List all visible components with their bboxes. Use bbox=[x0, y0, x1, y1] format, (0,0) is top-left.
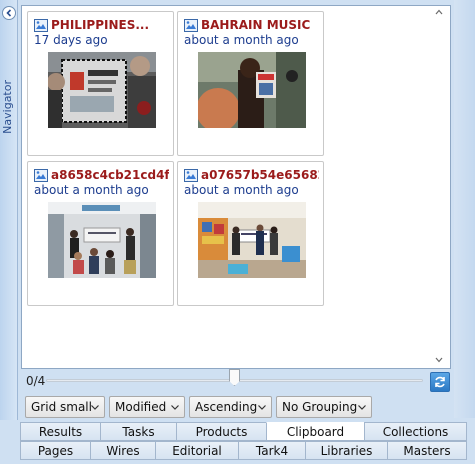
tab-clipboard[interactable]: Clipboard bbox=[266, 422, 365, 441]
thumbnail-image[interactable] bbox=[198, 52, 306, 128]
card-date: about a month ago bbox=[184, 183, 299, 197]
grouping-dropdown[interactable]: No Grouping bbox=[276, 396, 372, 418]
tab-pages[interactable]: Pages bbox=[20, 441, 91, 460]
grouping-value: No Grouping bbox=[282, 400, 358, 414]
card-title-row: a8658c4cb21cd4fc... bbox=[34, 167, 169, 183]
tab-tasks[interactable]: Tasks bbox=[100, 422, 177, 441]
refresh-button[interactable] bbox=[430, 372, 450, 392]
photo-icon bbox=[184, 18, 198, 32]
sort-field-dropdown[interactable]: Modified bbox=[109, 396, 185, 418]
caret-down-icon bbox=[258, 405, 266, 410]
card-title-row: BAHRAIN MUSIC bbox=[184, 17, 319, 33]
sort-order-value: Ascending bbox=[195, 400, 258, 414]
zoom-slider-thumb[interactable] bbox=[229, 369, 240, 386]
scroll-up-icon[interactable] bbox=[432, 6, 446, 18]
photo-icon bbox=[34, 18, 48, 32]
view-mode-value: Grid small bbox=[31, 400, 92, 414]
tab-products[interactable]: Products bbox=[176, 422, 267, 441]
thumbnail-image[interactable] bbox=[198, 202, 306, 278]
item-count: 0/4 bbox=[26, 374, 46, 388]
tab-editorial[interactable]: Editorial bbox=[155, 441, 239, 460]
vertical-scrollbar[interactable] bbox=[432, 6, 446, 366]
clipboard-grid[interactable]: PHILIPPINES... 17 days ago BAHRAIN MUSIC… bbox=[21, 5, 451, 369]
panel-tabs: Results Tasks Products Clipboard Collect… bbox=[0, 420, 475, 464]
card-title-row: PHILIPPINES... bbox=[34, 17, 169, 33]
photo-icon bbox=[184, 168, 198, 182]
navigator-label[interactable]: Navigator bbox=[1, 80, 14, 134]
card-date: about a month ago bbox=[34, 183, 149, 197]
caret-down-icon bbox=[171, 405, 179, 410]
card-title[interactable]: a8658c4cb21cd4fc... bbox=[51, 168, 169, 182]
collapse-left-icon[interactable] bbox=[2, 6, 16, 20]
thumbnail-image[interactable] bbox=[48, 202, 156, 278]
tab-libraries[interactable]: Libraries bbox=[305, 441, 388, 460]
scroll-down-icon[interactable] bbox=[432, 354, 446, 366]
card-date: about a month ago bbox=[184, 33, 299, 47]
caret-down-icon bbox=[91, 405, 99, 410]
navigator-panel[interactable]: Navigator bbox=[0, 0, 18, 464]
refresh-icon bbox=[435, 376, 445, 388]
tab-wires[interactable]: Wires bbox=[90, 441, 156, 460]
caret-down-icon bbox=[358, 405, 366, 410]
asset-card[interactable]: a8658c4cb21cd4fc... about a month ago bbox=[27, 161, 174, 306]
panel-edge bbox=[454, 0, 475, 418]
card-title[interactable]: a07657b54e65682... bbox=[201, 168, 319, 182]
thumbnail-image[interactable] bbox=[48, 52, 156, 128]
photo-icon bbox=[34, 168, 48, 182]
card-title[interactable]: PHILIPPINES... bbox=[51, 18, 149, 32]
asset-card[interactable]: a07657b54e65682... about a month ago bbox=[177, 161, 324, 306]
card-title[interactable]: BAHRAIN MUSIC bbox=[201, 18, 310, 32]
card-title-row: a07657b54e65682... bbox=[184, 167, 319, 183]
view-mode-dropdown[interactable]: Grid small bbox=[25, 396, 105, 418]
tab-tark4[interactable]: Tark4 bbox=[238, 441, 306, 460]
tab-masters[interactable]: Masters bbox=[387, 441, 467, 460]
asset-card[interactable]: PHILIPPINES... 17 days ago bbox=[27, 11, 174, 156]
tab-collections[interactable]: Collections bbox=[364, 422, 467, 441]
sort-order-dropdown[interactable]: Ascending bbox=[189, 396, 272, 418]
tab-results[interactable]: Results bbox=[20, 422, 101, 441]
card-date: 17 days ago bbox=[34, 33, 108, 47]
sort-field-value: Modified bbox=[115, 400, 167, 414]
asset-card[interactable]: BAHRAIN MUSIC about a month ago bbox=[177, 11, 324, 156]
